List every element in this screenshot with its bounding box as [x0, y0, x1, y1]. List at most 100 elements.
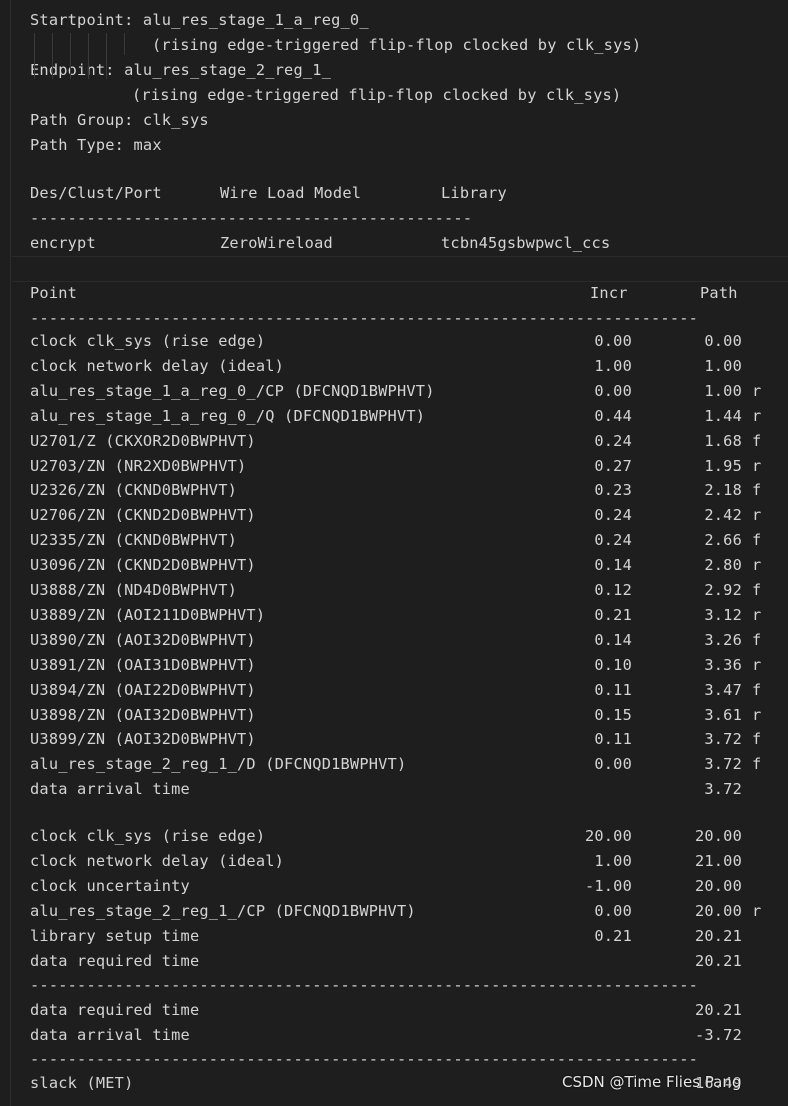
table-row-incr: 1.00 — [594, 851, 632, 870]
path-header-incr: Incr — [590, 284, 628, 302]
table-row-path: 1.00 — [704, 356, 742, 375]
table-row-incr: 0.21 — [594, 605, 632, 624]
table-row-point: U3096/ZN (CKND2D0BWPHVT) — [30, 556, 256, 575]
table-row-point: U2703/ZN (NR2XD0BWPHVT) — [30, 456, 247, 475]
divider — [12, 281, 788, 282]
design-header-des: Des/Clust/Port — [30, 184, 162, 202]
design-header-library: Library — [441, 184, 507, 202]
table-row-path: 20.00 — [694, 901, 742, 920]
table-row-path: 1.68 — [704, 431, 742, 450]
table-row-incr: 0.15 — [594, 705, 632, 724]
table-row-incr: 0.27 — [594, 456, 632, 475]
table-row-edge: r — [752, 901, 762, 920]
table-row-incr: 0.00 — [594, 755, 632, 774]
table-row-incr: 0.24 — [594, 531, 632, 550]
table-row-path: 20.21 — [694, 926, 742, 945]
table-row-incr: 0.14 — [594, 630, 632, 649]
table-row-incr: 0.00 — [594, 901, 632, 920]
table-row-point: clock uncertainty — [30, 876, 190, 895]
design-separator: ----------------------------------------… — [30, 209, 473, 227]
startpoint-description: (rising edge-triggered flip-flop clocked… — [152, 36, 642, 54]
table-row-edge: r — [752, 406, 762, 425]
slack-separator: ----------------------------------------… — [30, 1050, 699, 1068]
table-row-incr: 0.12 — [594, 581, 632, 599]
slack-label: slack (MET) — [30, 1074, 134, 1092]
table-row-edge: f — [752, 730, 762, 749]
table-row-edge: f — [752, 630, 762, 649]
table-row-point: alu_res_stage_1_a_reg_0_/CP (DFCNQD1BWPH… — [30, 381, 435, 400]
path-header-point: Point — [30, 284, 78, 302]
table-row-edge: r — [752, 655, 762, 674]
table-row-point: data arrival time — [30, 1025, 190, 1044]
table-row-point: clock clk_sys (rise edge) — [30, 827, 266, 845]
table-row-incr: 0.00 — [594, 381, 632, 400]
table-row-path: 2.18 — [704, 481, 742, 500]
table-row-incr: 0.11 — [594, 680, 632, 699]
path-type-line: Path Type: max — [30, 136, 162, 154]
table-row-path: 21.00 — [694, 851, 742, 870]
table-row-path: 3.72 — [704, 730, 742, 749]
indent-guide — [88, 33, 89, 79]
table-row-path: 0.00 — [704, 332, 742, 350]
table-row-path: 3.26 — [704, 630, 742, 649]
table-row-path: 1.95 — [704, 456, 742, 475]
table-row-point: data required time — [30, 951, 200, 970]
table-row-edge: r — [752, 556, 762, 575]
indent-guide — [124, 33, 125, 55]
table-row-point: alu_res_stage_1_a_reg_0_/Q (DFCNQD1BWPHV… — [30, 406, 426, 425]
divider — [12, 256, 788, 257]
table-row-path: 20.21 — [694, 1001, 742, 1019]
table-row-incr — [552, 949, 632, 974]
table-row-path: 2.80 — [704, 556, 742, 575]
table-row-point: U3888/ZN (ND4D0BWPHVT) — [30, 581, 238, 599]
table-row-point: U3899/ZN (AOI32D0BWPHVT) — [30, 730, 256, 749]
table-row-edge: f — [752, 481, 762, 500]
path-separator: ----------------------------------------… — [30, 309, 699, 327]
table-row-incr: 0.11 — [594, 730, 632, 749]
design-row-design: encrypt — [30, 234, 96, 252]
table-row-point: clock network delay (ideal) — [30, 356, 285, 375]
path-header-path: Path — [700, 284, 738, 302]
table-row-incr: 0.00 — [594, 332, 632, 350]
summary-separator: ----------------------------------------… — [30, 976, 699, 994]
table-row-edge: f — [752, 680, 762, 699]
table-row-incr: 20.00 — [584, 827, 632, 845]
table-row-point: U2335/ZN (CKND0BWPHVT) — [30, 531, 238, 550]
table-row-edge: r — [752, 381, 762, 400]
table-row-path: 3.12 — [704, 605, 742, 624]
table-row-path: -3.72 — [694, 1025, 742, 1044]
table-row-edge: r — [752, 456, 762, 475]
table-row-incr: 0.44 — [594, 406, 632, 425]
design-header-wlm: Wire Load Model — [220, 184, 362, 202]
table-row-point: U2326/ZN (CKND0BWPHVT) — [30, 481, 238, 500]
indent-guide — [106, 33, 107, 79]
indent-guide — [52, 33, 53, 79]
path-group-line: Path Group: clk_sys — [30, 111, 209, 129]
table-row-path: 3.61 — [704, 705, 742, 724]
table-row-point: U3889/ZN (AOI211D0BWPHVT) — [30, 605, 266, 624]
table-row-incr: 1.00 — [594, 356, 632, 375]
table-row-point: clock clk_sys (rise edge) — [30, 332, 266, 350]
table-row-incr — [552, 998, 632, 1023]
table-row-path: 20.00 — [694, 827, 742, 845]
table-row-point: U2701/Z (CKXOR2D0BWPHVT) — [30, 431, 256, 450]
table-row-path: 1.44 — [704, 406, 742, 425]
table-row-path: 20.21 — [694, 951, 742, 970]
table-row-edge: f — [752, 431, 762, 450]
startpoint-line: Startpoint: alu_res_stage_1_a_reg_0_ — [30, 11, 369, 29]
table-row-path: 20.00 — [694, 876, 742, 895]
table-row-incr — [552, 1023, 632, 1048]
table-row-incr: 0.24 — [594, 506, 632, 525]
table-row-point: alu_res_stage_2_reg_1_/CP (DFCNQD1BWPHVT… — [30, 901, 416, 920]
table-row-incr — [552, 777, 632, 802]
table-row-edge: f — [752, 531, 762, 550]
table-row-incr: 0.23 — [594, 481, 632, 500]
table-row-path: 3.47 — [704, 680, 742, 699]
table-row-point: data required time — [30, 1001, 200, 1019]
table-row-point: U3891/ZN (OAI31D0BWPHVT) — [30, 655, 256, 674]
table-row-path: 3.72 — [704, 780, 742, 799]
table-row-point: U3890/ZN (AOI32D0BWPHVT) — [30, 630, 256, 649]
table-row-incr: 0.21 — [594, 926, 632, 945]
table-row-edge: r — [752, 605, 762, 624]
table-row-path: 2.42 — [704, 506, 742, 525]
